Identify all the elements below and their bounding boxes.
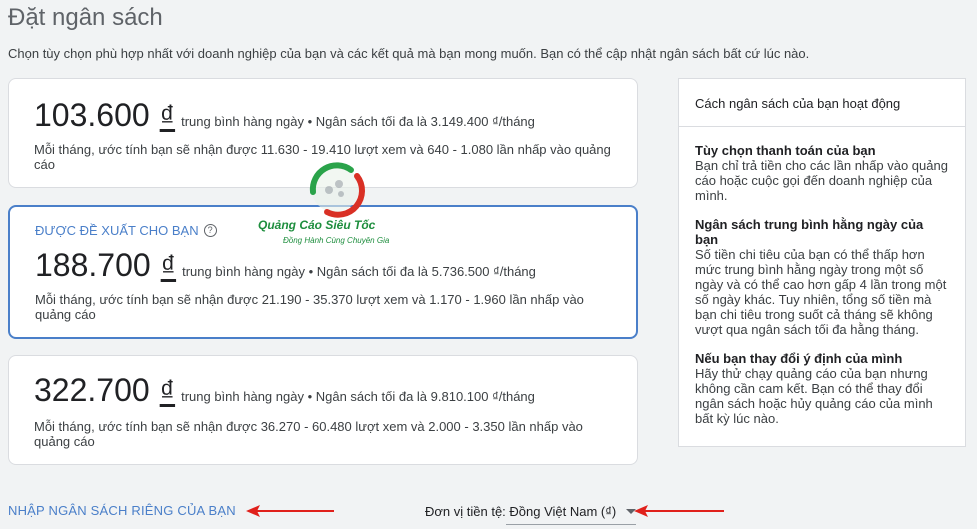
enter-own-budget-link[interactable]: NHẬP NGÂN SÁCH RIÊNG CỦA BẠN — [8, 503, 236, 518]
budget-estimate: Mỗi tháng, ước tính bạn sẽ nhận được 36.… — [34, 419, 583, 449]
watermark-tagline: Đồng Hành Cùng Chuyên Gia — [283, 236, 390, 245]
budget-amount: 103.600 — [34, 97, 150, 133]
watermark-name: Quảng Cáo Siêu Tốc — [258, 218, 376, 232]
currency-symbol: ₫ — [160, 250, 177, 283]
info-section: Ngân sách trung bình hằng ngày của bạn S… — [695, 217, 949, 337]
info-section-body: Bạn chỉ trả tiền cho các lần nhấp vào qu… — [695, 158, 948, 203]
info-section-body: Hãy thử chạy quảng cáo của bạn nhưng khô… — [695, 366, 933, 426]
budget-summary: trung bình hàng ngày • Ngân sách tối đa … — [181, 114, 535, 129]
help-icon[interactable]: ? — [203, 224, 217, 237]
info-section: Nếu bạn thay đổi ý định của mình Hãy thử… — [695, 351, 949, 426]
budget-amount: 322.700 — [34, 372, 150, 408]
currency-select-label: Đơn vị tiền tệ: Đồng Việt Nam (₫) — [425, 504, 617, 519]
annotation-arrow-icon — [246, 505, 334, 517]
info-panel-title: Cách ngân sách của bạn hoạt động — [679, 79, 965, 127]
page-subtitle: Chọn tùy chọn phù hợp nhất với doanh ngh… — [8, 46, 810, 61]
budget-summary: trung bình hàng ngày • Ngân sách tối đa … — [182, 264, 536, 279]
recommended-label: ĐƯỢC ĐỀ XUẤT CHO BẠN ? — [35, 223, 217, 238]
info-section: Tùy chọn thanh toán của bạn Bạn chỉ trả … — [695, 143, 949, 203]
page-title: Đặt ngân sách — [8, 4, 163, 31]
info-panel: Cách ngân sách của bạn hoạt động Tùy chọ… — [678, 78, 966, 447]
currency-select[interactable]: Đơn vị tiền tệ: Đồng Việt Nam (₫) — [425, 504, 637, 519]
select-underline — [506, 524, 636, 525]
recommended-text: ĐƯỢC ĐỀ XUẤT CHO BẠN — [35, 223, 199, 238]
budget-amount: 188.700 — [35, 247, 151, 283]
currency-symbol: ₫ — [159, 100, 176, 133]
budget-estimate: Mỗi tháng, ước tính bạn sẽ nhận được 21.… — [35, 292, 584, 322]
info-section-body: Số tiền chi tiêu của bạn có thể thấp hơn… — [695, 247, 947, 337]
budget-summary: trung bình hàng ngày • Ngân sách tối đa … — [181, 389, 535, 404]
currency-symbol: ₫ — [159, 375, 176, 408]
budget-option-3[interactable]: 322.700 ₫ trung bình hàng ngày • Ngân sá… — [8, 355, 638, 465]
info-section-heading: Ngân sách trung bình hằng ngày của bạn — [695, 217, 924, 247]
annotation-arrow-icon — [634, 505, 724, 517]
info-section-heading: Nếu bạn thay đổi ý định của mình — [695, 351, 903, 366]
info-section-heading: Tùy chọn thanh toán của bạn — [695, 143, 876, 158]
